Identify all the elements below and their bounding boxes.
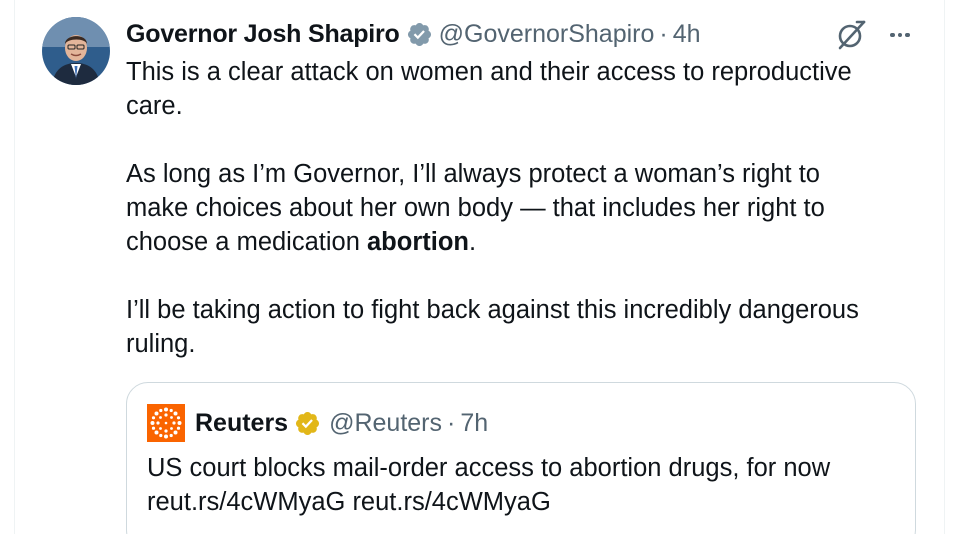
quoted-tweet-body: US court blocks mail-order access to abo… — [147, 451, 830, 519]
quoted-author-name[interactable]: Reuters — [195, 409, 288, 438]
separator-dot: · — [447, 408, 456, 437]
quoted-tweet-card[interactable]: Reuters @Reuters · 7h US court blocks ma… — [126, 382, 916, 534]
quoted-tweet-timestamp[interactable]: 7h — [460, 409, 488, 438]
reuters-logo[interactable] — [147, 404, 185, 442]
timeline-border-right — [944, 0, 945, 534]
quoted-tweet-line: US court blocks mail-order access to abo… — [147, 454, 831, 482]
verified-badge-icon[interactable] — [406, 21, 433, 48]
bold-word-abortion: abortion — [366, 228, 469, 256]
grok-icon[interactable] — [834, 18, 868, 52]
tweet-line: make choices about her own body — that i… — [126, 194, 825, 222]
tweet-line: I’ll be taking action to fight back agai… — [126, 296, 859, 324]
quoted-tweet-link[interactable]: reut.rs/4cWMyaG reut.rs/4cWMyaG — [147, 485, 830, 519]
timeline-border-left — [14, 0, 15, 534]
avatar-image — [42, 17, 110, 85]
tweet-timestamp[interactable]: 4h — [673, 20, 701, 49]
tweet-header: Governor Josh Shapiro @GovernorShapiro ·… — [126, 16, 701, 52]
tweet-body: This is a clear attack on women and thei… — [126, 55, 926, 361]
author-handle[interactable]: @GovernorShapiro — [439, 20, 655, 49]
tweet-line: ruling. — [126, 330, 196, 358]
tweet-line: This is a clear attack on women and thei… — [126, 58, 852, 86]
tweet-text-segment: choose a medication — [126, 228, 367, 256]
separator-dot: · — [659, 19, 668, 48]
more-options-icon[interactable] — [885, 22, 915, 48]
gold-verified-badge-icon[interactable] — [294, 410, 321, 437]
quoted-tweet-header: Reuters @Reuters · 7h — [147, 404, 488, 442]
tweet-line: choose a medication abortion. — [126, 225, 926, 259]
quoted-author-handle[interactable]: @Reuters — [329, 409, 442, 438]
author-avatar[interactable] — [42, 17, 110, 85]
author-name[interactable]: Governor Josh Shapiro — [126, 20, 400, 49]
tweet-line: care. — [126, 92, 183, 120]
tweet-text-segment: . — [468, 228, 477, 256]
tweet-line: As long as I’m Governor, I’ll always pro… — [126, 160, 820, 188]
